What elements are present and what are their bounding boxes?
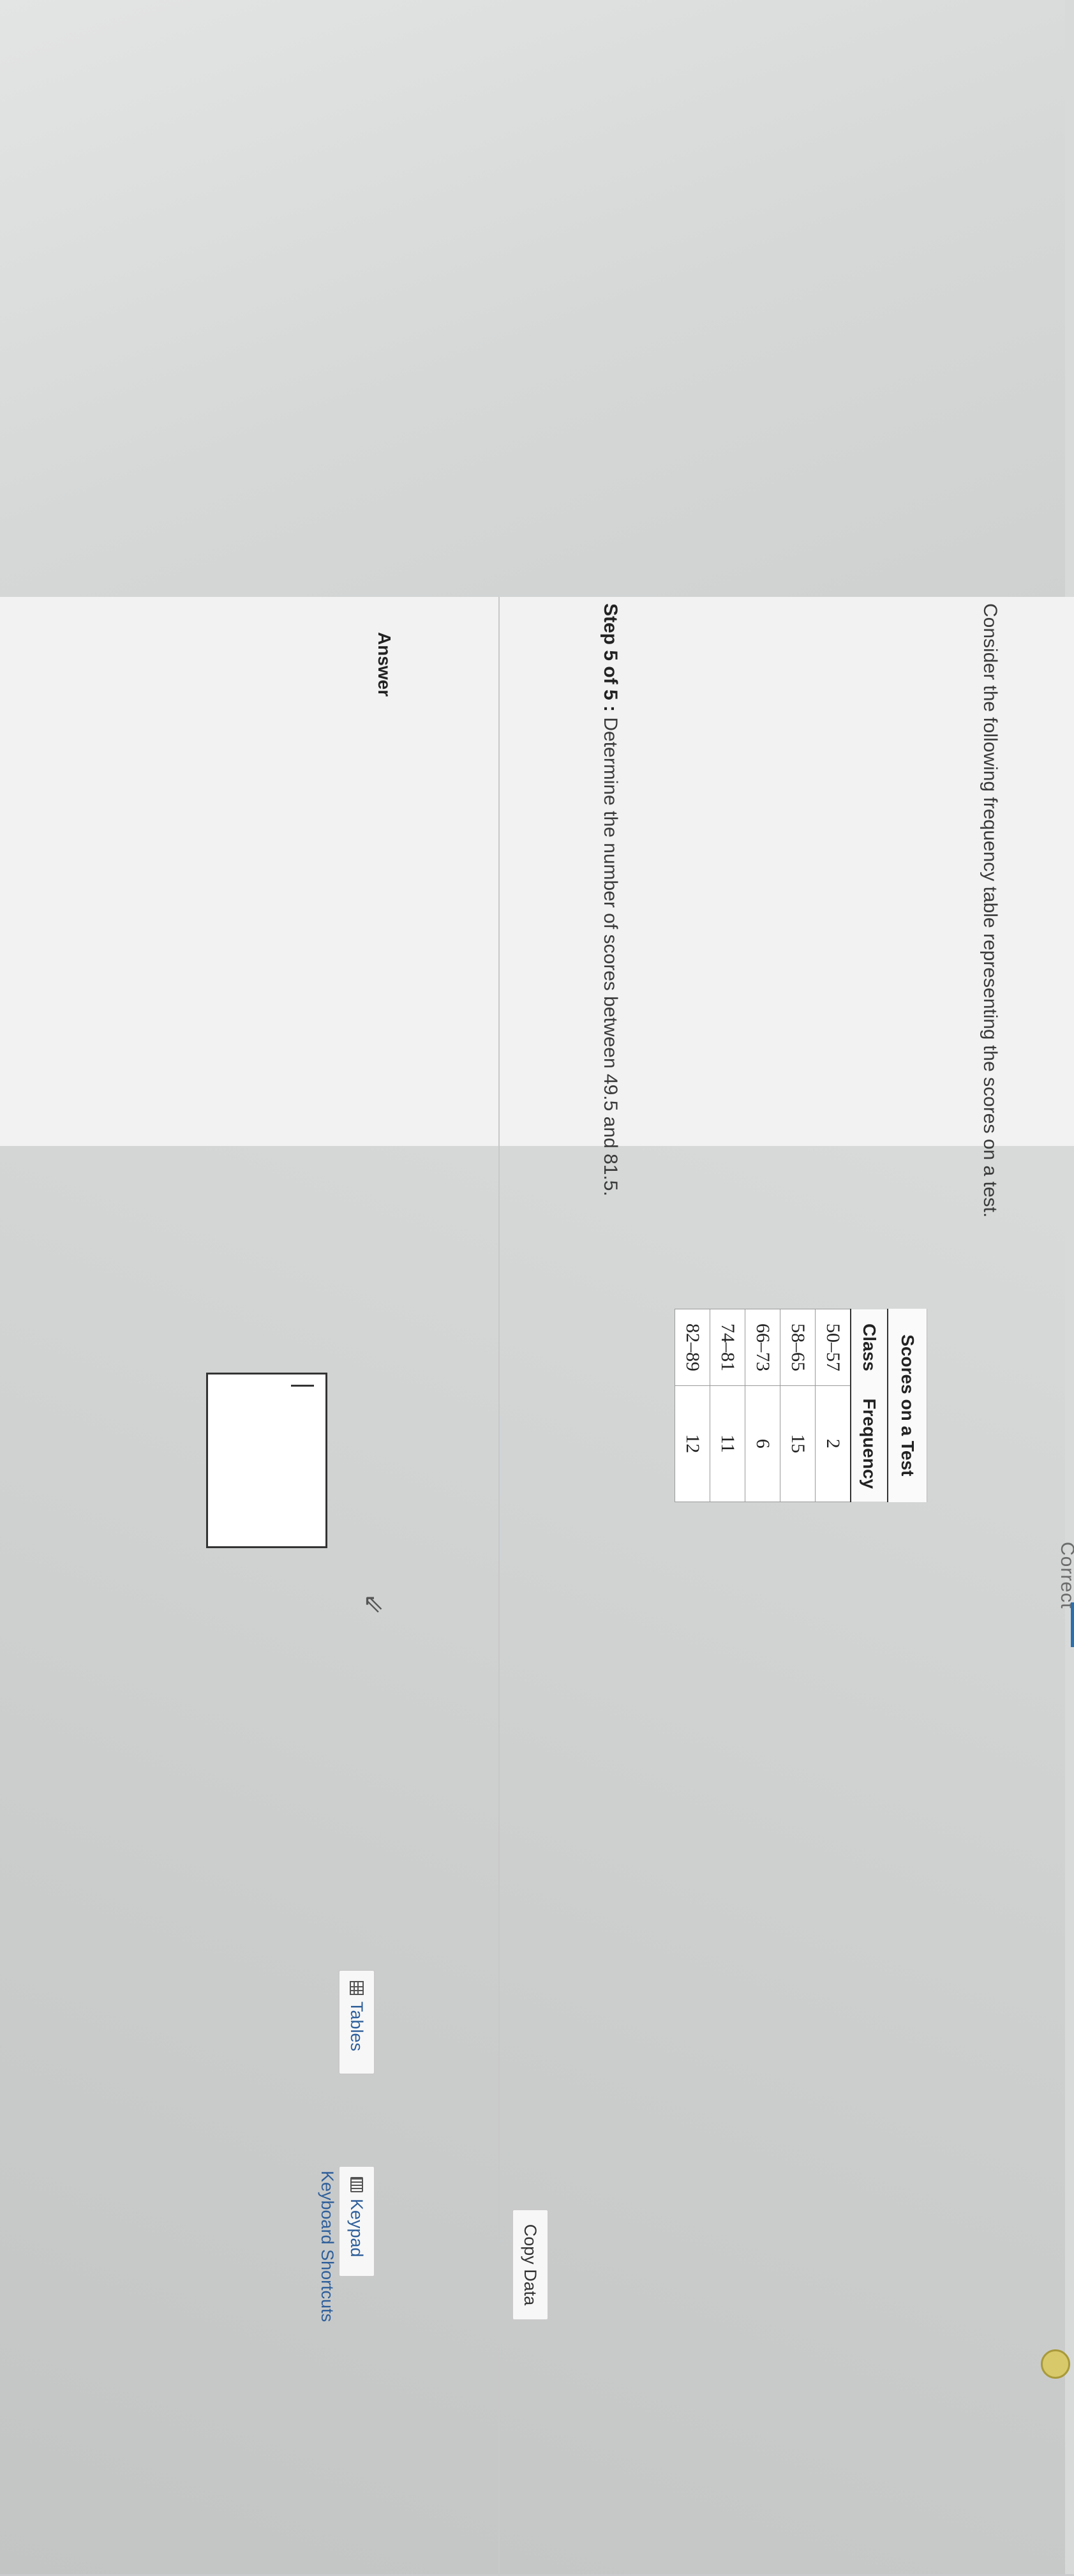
table-row: 58–65 15 bbox=[780, 1309, 816, 1502]
column-header-class: Class bbox=[851, 1309, 887, 1386]
class-cell: 82–89 bbox=[675, 1309, 710, 1386]
frequency-cell: 11 bbox=[710, 1385, 745, 1502]
class-cell: 74–81 bbox=[710, 1309, 745, 1386]
class-cell: 66–73 bbox=[745, 1309, 780, 1386]
status-underline bbox=[1071, 1602, 1074, 1647]
answer-label: Answer bbox=[375, 632, 394, 697]
keypad-label: Keypad bbox=[347, 2199, 367, 2257]
class-cell: 50–57 bbox=[815, 1309, 851, 1386]
rotated-page: Correct Consider the following frequency… bbox=[0, 0, 1074, 2576]
question-panel bbox=[0, 597, 1074, 1146]
tables-button[interactable]: Tables bbox=[338, 1970, 375, 2075]
frequency-cell: 2 bbox=[815, 1385, 851, 1502]
keypad-icon bbox=[350, 2177, 363, 2192]
step-instruction: Step 5 of 5 : Determine the number of sc… bbox=[599, 603, 621, 1196]
frequency-cell: 12 bbox=[675, 1385, 710, 1502]
question-text: Consider the following frequency table r… bbox=[980, 603, 1001, 1218]
text-caret bbox=[291, 1385, 314, 1387]
step-label: Step 5 of 5 : bbox=[600, 603, 621, 712]
status-label: Correct bbox=[1057, 1542, 1074, 1609]
keyboard-shortcuts-link[interactable]: Keyboard Shortcuts bbox=[317, 2171, 337, 2322]
tables-label: Tables bbox=[347, 2001, 367, 2052]
frequency-table: Scores on a Test Class Frequency 50–57 2… bbox=[675, 1309, 927, 1502]
avatar[interactable] bbox=[1041, 2349, 1070, 2379]
class-cell: 58–65 bbox=[780, 1309, 816, 1386]
mouse-pointer-icon: ⇖ bbox=[362, 1589, 384, 1618]
top-strip bbox=[1065, 0, 1074, 2574]
frequency-cell: 6 bbox=[745, 1385, 780, 1502]
table-grid-icon bbox=[350, 1981, 364, 1995]
table-caption: Scores on a Test bbox=[887, 1309, 927, 1502]
step-text: Determine the number of scores between 4… bbox=[600, 717, 621, 1196]
table-row: 74–81 11 bbox=[710, 1309, 745, 1502]
table-row: 66–73 6 bbox=[745, 1309, 780, 1502]
table-row: 82–89 12 bbox=[675, 1309, 710, 1502]
column-header-frequency: Frequency bbox=[851, 1385, 887, 1502]
answer-input[interactable] bbox=[206, 1373, 327, 1548]
table-row: 50–57 2 bbox=[815, 1309, 851, 1502]
copy-data-label: Copy Data bbox=[521, 2224, 541, 2306]
frequency-cell: 15 bbox=[780, 1385, 816, 1502]
keypad-button[interactable]: Keypad bbox=[338, 2165, 375, 2277]
divider bbox=[498, 597, 500, 2576]
copy-data-button[interactable]: Copy Data bbox=[512, 2209, 549, 2321]
